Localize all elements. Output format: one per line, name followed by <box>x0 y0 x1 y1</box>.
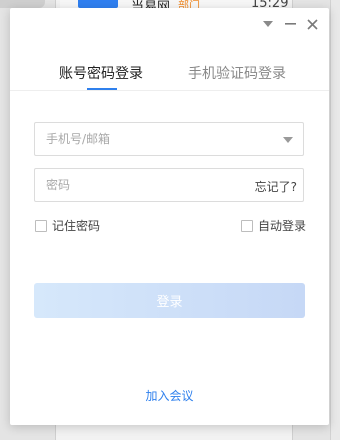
active-tab-indicator <box>87 88 117 90</box>
background-tag-icon <box>78 0 118 8</box>
background-scrollbar <box>330 0 340 440</box>
account-dropdown-icon[interactable] <box>283 137 293 143</box>
password-input[interactable] <box>35 169 246 201</box>
remember-password-checkbox[interactable]: 记住密码 <box>35 217 100 234</box>
auto-login-label: 自动登录 <box>258 219 307 233</box>
tab-sms-login[interactable]: 手机验证码登录 <box>188 63 286 83</box>
remember-password-label: 记住密码 <box>52 219 101 233</box>
account-field <box>34 122 304 156</box>
auto-login-checkbox[interactable]: 自动登录 <box>241 217 306 234</box>
join-meeting-link[interactable]: 加入会议 <box>10 387 329 404</box>
dropdown-icon[interactable] <box>260 16 276 32</box>
login-button[interactable]: 登录 <box>34 283 305 318</box>
auto-login-box[interactable] <box>241 219 253 232</box>
minimize-icon[interactable] <box>282 16 298 32</box>
login-tabs: 账号密码登录 手机验证码登录 <box>10 58 329 91</box>
remember-password-box[interactable] <box>35 219 47 232</box>
close-icon[interactable] <box>304 16 320 32</box>
account-input[interactable] <box>35 123 246 155</box>
tab-password-login[interactable]: 账号密码登录 <box>59 63 143 83</box>
forgot-password-link[interactable]: 忘记了? <box>255 178 297 195</box>
background-left-strip <box>0 0 45 8</box>
password-field: 忘记了? <box>34 168 304 202</box>
login-dialog: 账号密码登录 手机验证码登录 忘记了? 记住密码 自动登录 登录 加入会议 <box>10 8 329 425</box>
